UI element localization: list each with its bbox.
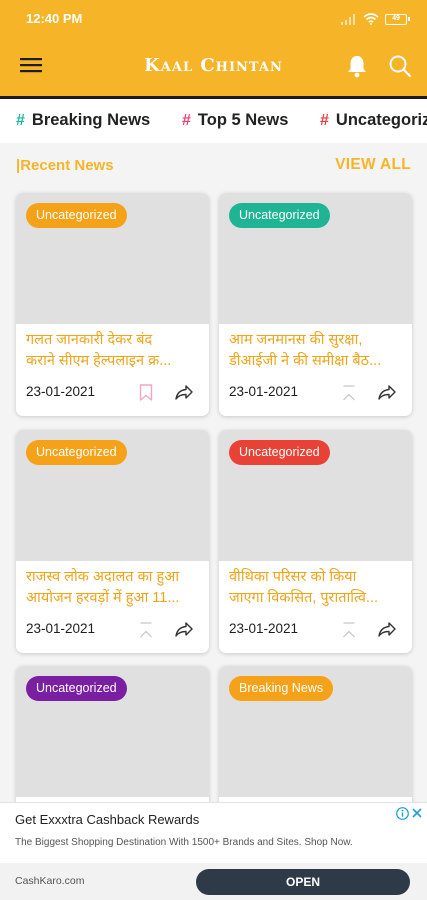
- category-badge: Uncategorized: [26, 676, 127, 701]
- category-breaking-news[interactable]: # Breaking News: [16, 111, 150, 130]
- status-bar: 12:40 PM 49: [0, 0, 427, 38]
- share-button[interactable]: [376, 382, 398, 402]
- bookmark-button[interactable]: [136, 382, 156, 402]
- news-card[interactable]: Uncategorized आम जनमानस की सुरक्षा, डीआई…: [219, 193, 412, 416]
- category-top-5-news[interactable]: # Top 5 News: [182, 111, 288, 130]
- battery-icon: 49: [385, 13, 410, 25]
- ad-domain: CashKaro.com: [15, 875, 85, 887]
- ad-banner[interactable]: Get Exxxtra Cashback Rewards The Biggest…: [0, 802, 427, 900]
- news-title: गलत जानकारी देकर बंद कराने सीएम हेल्पलाइ…: [26, 330, 202, 374]
- share-icon: [378, 621, 396, 637]
- share-icon: [175, 621, 193, 637]
- news-title-line: जाएगा विकसित, पुरातात्वि...: [229, 590, 379, 606]
- news-title: वीथिका परिसर को किया जाएगा विकसित, पुरात…: [229, 567, 405, 611]
- share-button[interactable]: [173, 382, 195, 402]
- signal-icon: [341, 14, 355, 25]
- category-bar: # Breaking News # Top 5 News # Uncategor…: [0, 99, 427, 143]
- news-title-line: राजस्व लोक अदालत का हुआ: [26, 569, 180, 585]
- ad-close-icon[interactable]: [411, 807, 423, 819]
- news-title-line: आम जनमानस की सुरक्षा,: [229, 332, 363, 348]
- ad-footer: CashKaro.com OPEN: [0, 863, 427, 900]
- category-label: Uncategorized: [335, 111, 427, 129]
- category-badge: Uncategorized: [229, 440, 330, 465]
- bookmark-icon: [343, 384, 355, 400]
- news-card[interactable]: Uncategorized राजस्व लोक अदालत का हुआ आय…: [16, 430, 209, 653]
- news-title: राजस्व लोक अदालत का हुआ आयोजन हरवड़ों मे…: [26, 567, 202, 611]
- status-time: 12:40 PM: [26, 11, 83, 26]
- search-icon: [389, 55, 412, 78]
- category-badge: Uncategorized: [26, 440, 127, 465]
- search-button[interactable]: [386, 52, 414, 80]
- news-title-line: आयोजन हरवड़ों में हुआ 11...: [26, 590, 180, 606]
- toolbar: Kaal Chintan: [0, 38, 427, 96]
- category-badge: Uncategorized: [26, 203, 127, 228]
- news-date: 23-01-2021: [26, 621, 96, 636]
- news-card[interactable]: Uncategorized वीथिका परिसर को किया जाएगा…: [219, 430, 412, 653]
- news-date: 23-01-2021: [229, 384, 299, 399]
- ad-choices-icon[interactable]: [396, 807, 409, 820]
- bookmark-button[interactable]: [339, 382, 359, 402]
- bookmark-icon: [139, 383, 153, 401]
- share-button[interactable]: [173, 619, 195, 639]
- bookmark-button[interactable]: [339, 619, 359, 639]
- status-icons: 49: [341, 11, 410, 27]
- bell-icon: [348, 56, 366, 78]
- category-label: Top 5 News: [197, 111, 289, 129]
- bookmark-icon: [343, 621, 355, 637]
- news-title-line: गलत जानकारी देकर बंद: [26, 332, 153, 348]
- notifications-button[interactable]: [344, 52, 370, 80]
- category-badge: Breaking News: [229, 676, 334, 701]
- share-icon: [378, 384, 396, 400]
- app-screen: 12:40 PM 49 Kaal Chintan # Breaking News…: [0, 0, 427, 900]
- bookmark-button[interactable]: [136, 619, 156, 639]
- news-date: 23-01-2021: [229, 621, 299, 636]
- recent-news-title: |Recent News: [16, 157, 114, 174]
- ad-title: Get Exxxtra Cashback Rewards: [15, 812, 200, 827]
- app-bar: 12:40 PM 49 Kaal Chintan: [0, 0, 427, 96]
- news-title-line: डीआईजी ने की समीक्षा बैठ...: [229, 353, 382, 369]
- news-date: 23-01-2021: [26, 384, 96, 399]
- bookmark-icon: [140, 621, 152, 637]
- recent-news-header: |Recent News VIEW ALL: [0, 143, 427, 189]
- hash-icon: #: [320, 111, 329, 129]
- news-card[interactable]: Uncategorized गलत जानकारी देकर बंद कराने…: [16, 193, 209, 416]
- category-label: Breaking News: [31, 111, 151, 129]
- ad-open-button[interactable]: OPEN: [196, 869, 410, 895]
- category-badge: Uncategorized: [229, 203, 330, 228]
- ad-subtitle: The Biggest Shopping Destination With 15…: [15, 837, 353, 848]
- view-all-link[interactable]: VIEW ALL: [335, 156, 411, 174]
- wifi-icon: [363, 13, 379, 25]
- news-title-line: कराने सीएम हेल्पलाइन क्र...: [26, 353, 172, 369]
- news-title-line: वीथिका परिसर को किया: [229, 569, 357, 585]
- category-uncategorized[interactable]: # Uncategorized: [320, 111, 427, 130]
- hash-icon: #: [182, 111, 191, 129]
- news-title: आम जनमानस की सुरक्षा, डीआईजी ने की समीक्…: [229, 330, 405, 374]
- share-button[interactable]: [376, 619, 398, 639]
- share-icon: [175, 384, 193, 400]
- hash-icon: #: [16, 111, 25, 129]
